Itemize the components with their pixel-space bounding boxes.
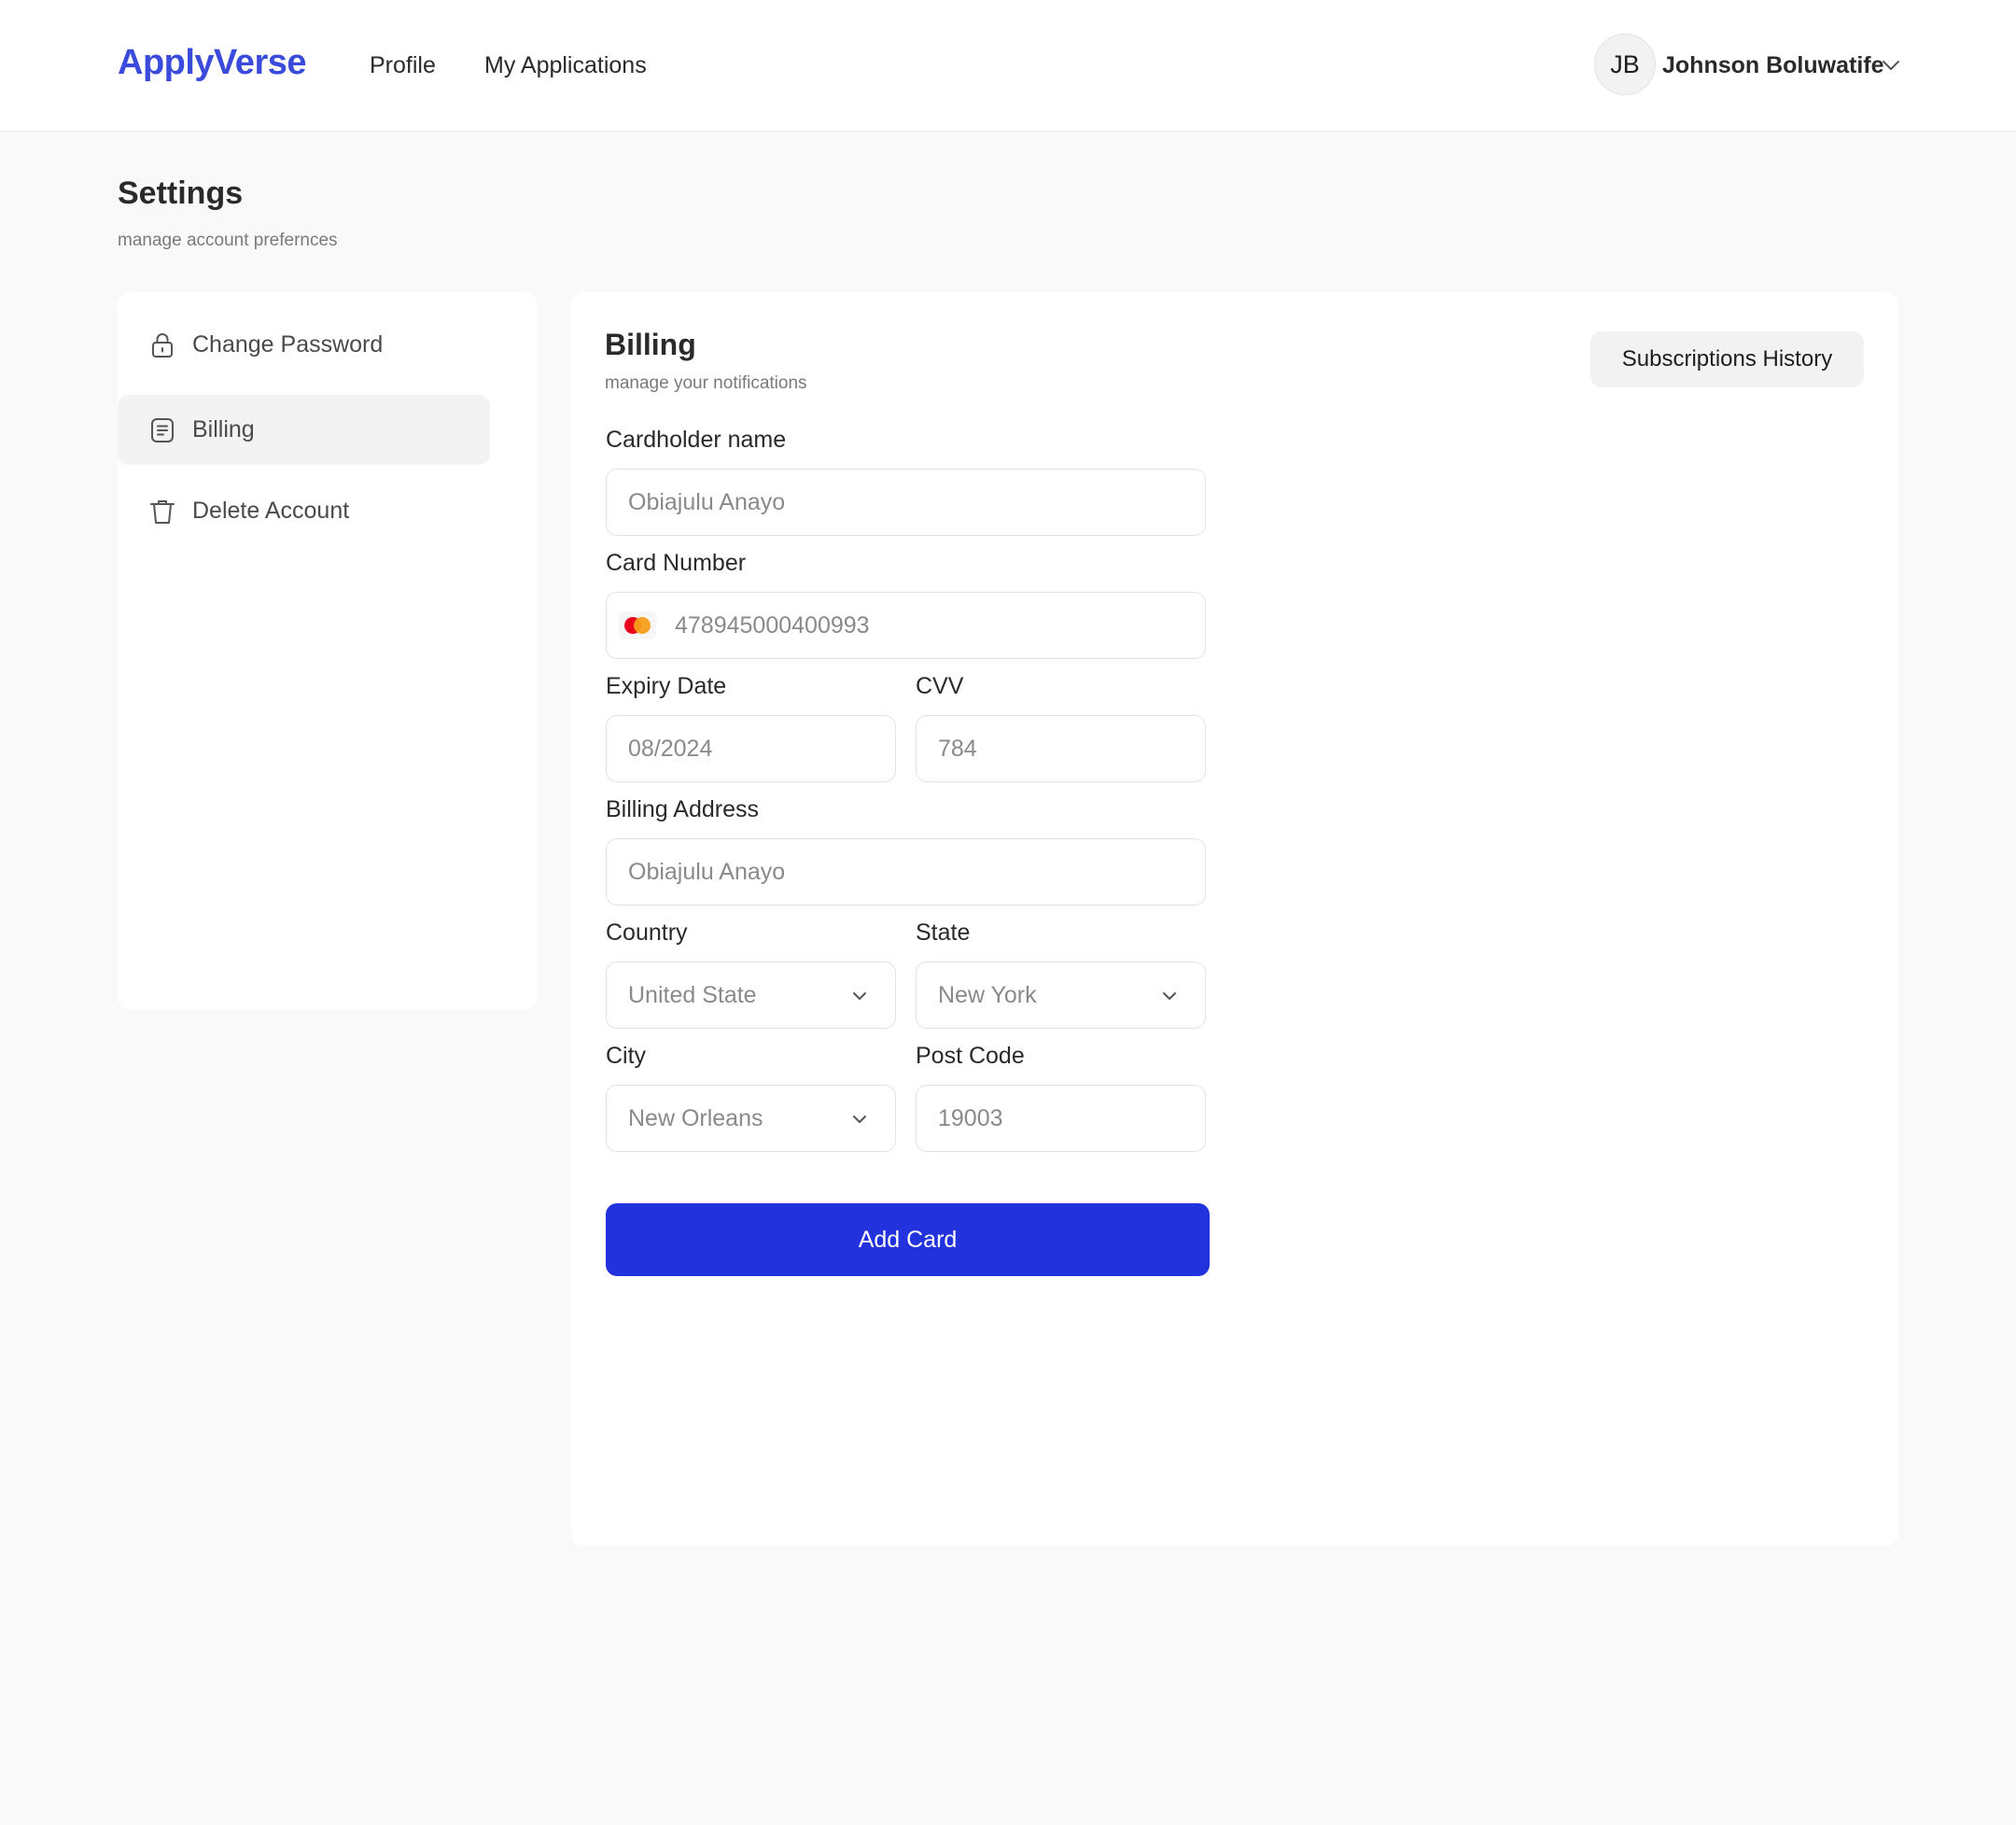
country-label: Country <box>606 920 688 946</box>
sidebar-item-delete-account[interactable]: Delete Account <box>118 476 490 546</box>
select-value: United State <box>628 981 757 1008</box>
subscriptions-history-button[interactable]: Subscriptions History <box>1590 331 1864 387</box>
select-value: New York <box>938 981 1037 1008</box>
input-value: Obiajulu Anayo <box>628 488 786 515</box>
mastercard-icon <box>619 611 656 639</box>
page-subtitle: manage account prefernces <box>118 231 338 250</box>
page-title: Settings <box>118 175 244 211</box>
card-number-label: Card Number <box>606 550 747 576</box>
cvv-input[interactable]: 784 <box>916 715 1206 782</box>
post-code-label: Post Code <box>916 1043 1025 1069</box>
nav-my-applications-link[interactable]: My Applications <box>484 52 647 79</box>
section-title: Billing <box>605 328 696 361</box>
lock-icon <box>152 332 173 358</box>
top-navigation-bar: ApplyVerse Profile My Applications JB Jo… <box>0 0 2016 132</box>
trash-icon <box>150 499 175 524</box>
user-avatar[interactable]: JB <box>1594 34 1656 95</box>
sidebar-item-label: Delete Account <box>192 498 350 524</box>
chevron-down-icon <box>1163 992 1176 1000</box>
document-icon <box>151 417 174 442</box>
billing-address-input[interactable]: Obiajulu Anayo <box>606 838 1206 905</box>
card-number-input[interactable]: 478945000400993 <box>606 592 1206 659</box>
post-code-input[interactable]: 19003 <box>916 1085 1206 1152</box>
expiry-date-label: Expiry Date <box>606 673 727 699</box>
nav-profile-link[interactable]: Profile <box>370 52 436 79</box>
billing-address-label: Billing Address <box>606 796 759 822</box>
cardholder-name-input[interactable]: Obiajulu Anayo <box>606 469 1206 536</box>
state-label: State <box>916 920 971 946</box>
sidebar-item-billing[interactable]: Billing <box>118 395 490 465</box>
input-value: 784 <box>938 735 977 762</box>
chevron-down-icon <box>853 1116 866 1123</box>
input-value: 478945000400993 <box>675 611 870 639</box>
cvv-label: CVV <box>916 673 964 699</box>
input-value: 08/2024 <box>628 735 713 762</box>
expiry-date-input[interactable]: 08/2024 <box>606 715 896 782</box>
app-logo[interactable]: ApplyVerse <box>118 43 307 83</box>
city-label: City <box>606 1043 647 1069</box>
sidebar-item-change-password[interactable]: Change Password <box>118 310 490 380</box>
sidebar-item-label: Change Password <box>192 331 384 358</box>
country-select[interactable]: United State <box>606 962 896 1029</box>
state-select[interactable]: New York <box>916 962 1206 1029</box>
section-subtitle: manage your notifications <box>605 373 807 393</box>
settings-sidebar: Change Password Billing Delete Account <box>118 292 538 1010</box>
user-name[interactable]: Johnson Boluwatife <box>1662 52 1884 79</box>
input-value: 19003 <box>938 1104 1003 1131</box>
input-value: Obiajulu Anayo <box>628 858 786 885</box>
city-select[interactable]: New Orleans <box>606 1085 896 1152</box>
select-value: New Orleans <box>628 1104 763 1131</box>
chevron-down-icon <box>853 992 866 1000</box>
billing-panel: Billing manage your notifications Subscr… <box>571 292 1898 1546</box>
sidebar-item-label: Billing <box>192 416 255 442</box>
cardholder-name-label: Cardholder name <box>606 427 787 453</box>
add-card-button[interactable]: Add Card <box>606 1203 1210 1276</box>
chevron-down-icon[interactable] <box>1880 54 1902 77</box>
